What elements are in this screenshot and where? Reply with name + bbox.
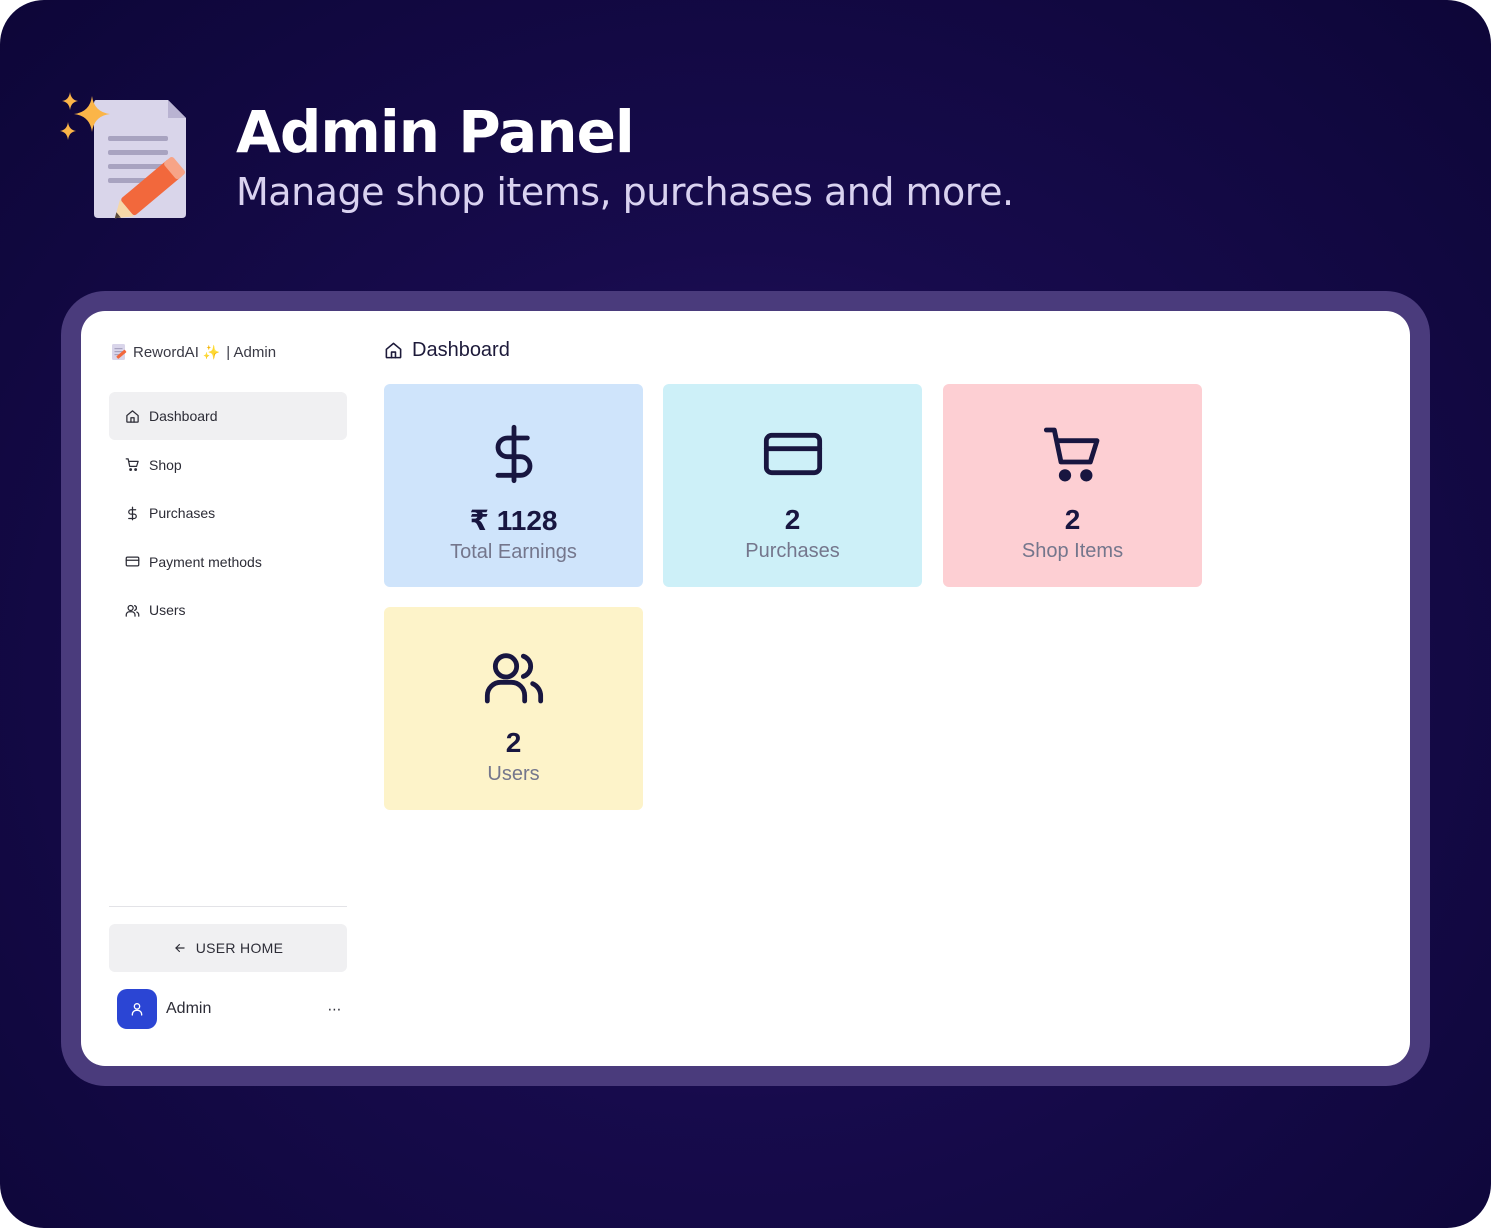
sidebar-item-payment-methods[interactable]: Payment methods xyxy=(109,538,347,586)
user-home-label: USER HOME xyxy=(195,940,284,956)
arrow-left-icon xyxy=(175,943,185,953)
cart-icon xyxy=(125,458,139,472)
sidebar-divider xyxy=(109,906,347,907)
sidebar-item-label: Dashboard xyxy=(149,408,218,424)
sidebar-item-users[interactable]: Users xyxy=(109,586,347,634)
sparkles-icon: ✨ xyxy=(202,343,221,360)
stat-card-shop-items[interactable]: 2 Shop Items xyxy=(943,384,1202,587)
brand-suffix: | Admin xyxy=(226,343,277,361)
hero-title: Admin Panel xyxy=(236,98,635,166)
user-home-button[interactable]: USER HOME xyxy=(109,924,347,972)
card-value: 2 xyxy=(505,727,522,758)
sidebar-item-label: Payment methods xyxy=(149,553,262,570)
more-options-button[interactable]: ⋯ xyxy=(323,1001,347,1018)
cart-icon xyxy=(1043,427,1099,482)
users-icon xyxy=(125,604,140,617)
home-icon xyxy=(126,409,139,423)
users-icon xyxy=(484,653,543,704)
credit-card-icon xyxy=(125,556,140,567)
sidebar-item-label: Shop xyxy=(149,456,182,473)
dollar-icon xyxy=(128,506,137,521)
sidebar-item-label: Purchases xyxy=(149,505,216,522)
brand[interactable]: RewordAI ✨ | Admin xyxy=(109,342,276,362)
admin-app-window: RewordAI ✨ | Admin Dashboard Shop Purcha… xyxy=(81,311,1410,1066)
home-icon xyxy=(385,342,402,359)
sidebar-item-purchases[interactable]: Purchases xyxy=(109,489,347,537)
credit-card-icon xyxy=(763,432,822,476)
sidebar-item-dashboard[interactable]: Dashboard xyxy=(109,392,347,440)
profile-row: Admin ⋯ xyxy=(117,989,347,1029)
brand-name: RewordAI xyxy=(133,343,199,361)
card-label: Purchases xyxy=(745,540,840,562)
card-value: 2 xyxy=(1064,504,1081,535)
card-label: Shop Items xyxy=(1021,540,1124,562)
promo-canvas: Admin Panel Manage shop items, purchases… xyxy=(0,0,1491,1228)
page-title: Dashboard xyxy=(384,339,510,362)
stat-card-users[interactable]: 2 Users xyxy=(384,607,643,810)
avatar[interactable] xyxy=(117,989,157,1029)
dollar-icon xyxy=(495,424,532,484)
card-label: Total Earnings xyxy=(450,541,577,563)
profile-name: Admin xyxy=(166,1000,212,1017)
stat-card-total-earnings[interactable]: ₹ 1128 Total Earnings xyxy=(384,384,643,587)
user-icon xyxy=(131,1003,143,1016)
sidebar-item-shop[interactable]: Shop xyxy=(109,441,347,489)
card-label: Users xyxy=(487,763,540,785)
card-value: 2 xyxy=(784,504,801,535)
sidebar-nav: Dashboard Shop Purchases Payment methods… xyxy=(109,392,347,635)
stat-card-purchases[interactable]: 2 Purchases xyxy=(663,384,922,587)
hero-subtitle: Manage shop items, purchases and more. xyxy=(236,170,1014,214)
memo-icon xyxy=(112,344,127,360)
memo-pencil-sparkles-icon xyxy=(60,92,186,219)
sidebar-item-label: Users xyxy=(149,602,186,619)
card-value: ₹ 1128 xyxy=(469,505,558,536)
page-title-text: Dashboard xyxy=(412,339,510,361)
